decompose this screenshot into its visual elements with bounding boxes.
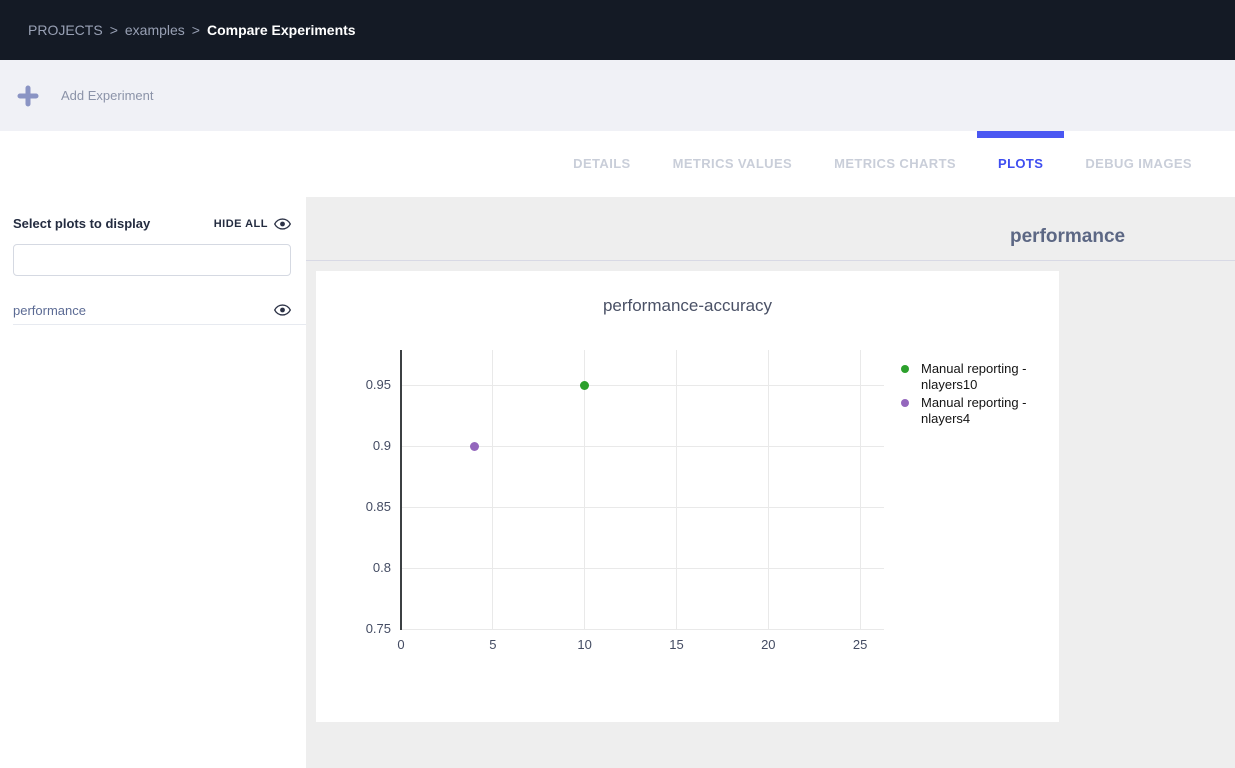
hide-all-label: HIDE ALL [214, 218, 268, 230]
v-gridline [492, 350, 493, 629]
tab-metrics-values[interactable]: METRICS VALUES [652, 131, 813, 197]
x-tick-label: 10 [565, 637, 605, 652]
x-tick-label: 5 [473, 637, 513, 652]
plots-panel: performance performance-accuracy 0.750.8… [306, 197, 1235, 768]
h-gridline [401, 629, 884, 630]
tab-debug-images[interactable]: DEBUG IMAGES [1064, 131, 1213, 197]
x-tick-label: 20 [748, 637, 788, 652]
sidebar-title: Select plots to display [13, 216, 150, 231]
scatter-plot: 0.75 0.8 0.85 0.9 0.95 0 5 10 15 20 25 [316, 271, 1059, 722]
y-axis-line [400, 350, 402, 630]
v-gridline [584, 350, 585, 629]
h-gridline [401, 507, 884, 508]
breadcrumb-separator: > [192, 22, 200, 38]
h-gridline [401, 568, 884, 569]
v-gridline [676, 350, 677, 629]
tabs: DETAILS METRICS VALUES METRICS CHARTS PL… [552, 131, 1213, 197]
y-tick-label: 0.85 [321, 499, 391, 514]
sidebar-header: Select plots to display HIDE ALL [13, 216, 291, 231]
eye-icon[interactable] [274, 304, 291, 316]
legend-label: Manual reporting - nlayers4 [921, 395, 1039, 427]
y-tick-label: 0.9 [321, 438, 391, 453]
compare-experiments-page: PROJECTS > examples > Compare Experiment… [0, 0, 1235, 768]
scatter-point[interactable] [580, 381, 589, 390]
plot-selection-sidebar: Select plots to display HIDE ALL perform… [0, 197, 306, 768]
tab-plots[interactable]: PLOTS [977, 131, 1064, 197]
legend-item[interactable]: Manual reporting - nlayers4 [901, 395, 1047, 427]
breadcrumb-examples[interactable]: examples [125, 22, 185, 38]
chart-legend: Manual reporting - nlayers10Manual repor… [901, 361, 1047, 429]
tab-bar: DETAILS METRICS VALUES METRICS CHARTS PL… [0, 131, 1235, 197]
content: Select plots to display HIDE ALL perform… [0, 197, 1235, 768]
plot-list-item-performance[interactable]: performance [13, 296, 306, 325]
plot-filter-input[interactable] [13, 244, 291, 276]
plot-group-title: performance [1010, 226, 1125, 248]
add-experiment-label: Add Experiment [61, 88, 154, 103]
eye-icon [274, 218, 291, 230]
x-tick-label: 15 [656, 637, 696, 652]
plot-card: performance-accuracy 0.750.80.850.90.950… [316, 271, 1059, 722]
hide-all-button[interactable]: HIDE ALL [214, 218, 291, 230]
v-gridline [768, 350, 769, 629]
y-tick-label: 0.95 [321, 377, 391, 392]
x-tick-label: 0 [381, 637, 421, 652]
breadcrumb-separator: > [110, 22, 118, 38]
add-experiment-button[interactable]: Add Experiment [17, 85, 154, 107]
y-tick-label: 0.8 [321, 560, 391, 575]
scatter-point[interactable] [470, 442, 479, 451]
breadcrumb: PROJECTS > examples > Compare Experiment… [0, 0, 1235, 60]
y-tick-label: 0.75 [321, 621, 391, 636]
add-experiment-bar: Add Experiment [0, 60, 1235, 131]
legend-label: Manual reporting - nlayers10 [921, 361, 1039, 393]
v-gridline [860, 350, 861, 629]
plus-icon [17, 85, 39, 107]
legend-item[interactable]: Manual reporting - nlayers10 [901, 361, 1047, 393]
tab-metrics-charts[interactable]: METRICS CHARTS [813, 131, 977, 197]
legend-marker-icon [901, 399, 909, 407]
breadcrumb-projects[interactable]: PROJECTS [28, 22, 103, 38]
h-gridline [401, 385, 884, 386]
breadcrumb-current: Compare Experiments [207, 22, 356, 38]
x-tick-label: 25 [840, 637, 880, 652]
plot-item-label: performance [13, 303, 86, 318]
tab-details[interactable]: DETAILS [552, 131, 651, 197]
legend-marker-icon [901, 365, 909, 373]
